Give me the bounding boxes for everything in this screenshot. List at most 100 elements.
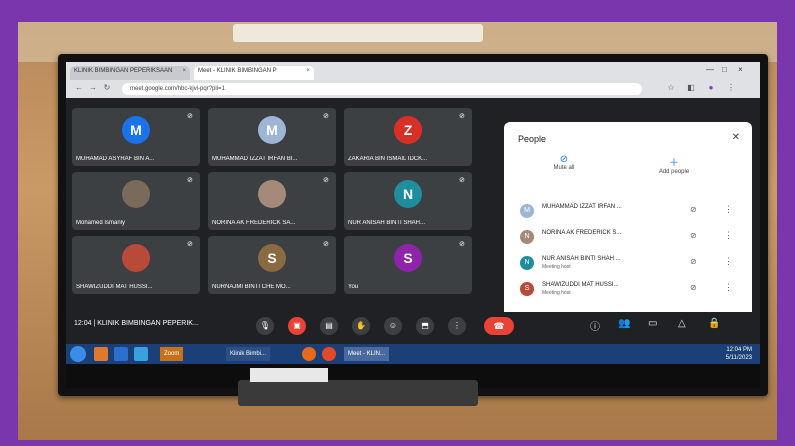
people-row[interactable]: M MUHAMMAD IZZAT IRFAN ... ⊘ ⋮ xyxy=(514,200,742,222)
tv-stand-shelf xyxy=(238,380,478,406)
mic-off-icon[interactable]: ⊘ xyxy=(690,283,697,292)
camera-off-button[interactable]: ▣ xyxy=(288,317,306,335)
app-icon[interactable] xyxy=(114,347,128,361)
mic-off-icon: ⊘ xyxy=(187,241,193,248)
chat-icon[interactable]: ▭ xyxy=(648,318,657,329)
avatar: N xyxy=(520,230,534,244)
participant-name: Mohamed Ismanly xyxy=(76,220,126,226)
person-role: Meeting host xyxy=(542,290,571,296)
avatar: Z xyxy=(394,116,422,144)
participant-tile[interactable]: N ⊘ NUR ANISAH BINTI SHAH... xyxy=(344,172,472,230)
more-icon[interactable]: ⋮ xyxy=(724,230,733,241)
star-icon[interactable]: ☆ xyxy=(666,83,676,92)
tv-monitor: KLINIK BIMBINGAN PEPERIKSAAN × Meet - KLI… xyxy=(58,54,768,396)
address-bar[interactable]: meet.google.com/hbc-kjvi-pqr?pli=1 xyxy=(122,83,642,95)
mic-button[interactable]: 🎙 xyxy=(256,317,274,335)
more-options-button[interactable]: ⋮ xyxy=(448,317,466,335)
participant-name: MUHAMMAD IZZAT IRFAN BI... xyxy=(212,156,298,162)
person-name: NUR ANISAH BINTI SHAH ... xyxy=(542,256,621,262)
avatar xyxy=(258,180,286,208)
participant-tile[interactable]: S ⊘ You xyxy=(344,236,472,294)
participant-tile[interactable]: ⊘ Mohamed Ismanly xyxy=(72,172,200,230)
profile-icon[interactable]: ● xyxy=(706,83,716,92)
meeting-clock: 12:04 | KLINIK BIMBINGAN PEPERIK... xyxy=(74,320,199,327)
captions-button[interactable]: ▤ xyxy=(320,317,338,335)
avatar: N xyxy=(520,256,534,270)
avatar xyxy=(122,244,150,272)
tab-2[interactable]: Meet - KLINIK BIMBINGAN P × xyxy=(194,66,314,80)
tray-date: 5/11/2023 xyxy=(725,355,752,361)
close-icon[interactable]: × xyxy=(182,68,186,74)
mic-off-icon: ⊘ xyxy=(459,241,465,248)
avatar: N xyxy=(394,180,422,208)
mic-off-icon: ⊘ xyxy=(559,154,569,165)
avatar xyxy=(122,180,150,208)
tab-1[interactable]: KLINIK BIMBINGAN PEPERIKSAAN × xyxy=(70,66,190,80)
people-title: People xyxy=(518,134,547,144)
windows-start-icon[interactable] xyxy=(70,346,86,362)
tray-time: 12:04 PM xyxy=(726,347,752,353)
emoji-button[interactable]: ☺ xyxy=(384,317,402,335)
add-people-button[interactable]: ＋ Add people xyxy=(644,154,704,175)
app-icon[interactable] xyxy=(94,347,108,361)
mic-off-icon: ⊘ xyxy=(187,177,193,184)
present-button[interactable]: ⬒ xyxy=(416,317,434,335)
participant-name: SHAWIZUDDI MAT HUSSI... xyxy=(76,284,153,290)
participant-tile[interactable]: ⊘ NORINA AK FREDERICK SA... xyxy=(208,172,336,230)
avatar: M xyxy=(122,116,150,144)
mic-off-icon[interactable]: ⊘ xyxy=(690,205,697,214)
raise-hand-button[interactable]: ✋ xyxy=(352,317,370,335)
extensions-icon[interactable]: ◧ xyxy=(686,83,696,92)
more-icon[interactable]: ⋮ xyxy=(724,282,733,293)
avatar: S xyxy=(258,244,286,272)
firefox-icon[interactable] xyxy=(302,347,316,361)
participant-tile[interactable]: M ⊘ MUHAMMAD IZZAT IRFAN BI... xyxy=(208,108,336,166)
person-name: NORINA AK FREDERICK S... xyxy=(542,230,622,236)
participant-name: NORINA AK FREDERICK SA... xyxy=(212,220,296,226)
person-role: Meeting host xyxy=(542,264,571,270)
people-row[interactable]: N NORINA AK FREDERICK S... ⊘ ⋮ xyxy=(514,226,742,248)
mic-off-icon: ⊘ xyxy=(323,113,329,120)
people-row[interactable]: N NUR ANISAH BINTI SHAH ... Meeting host ⊘ ⋮ xyxy=(514,252,742,274)
participant-name: You xyxy=(348,284,359,290)
system-tray: 12:04 PM 5/11/2023 xyxy=(726,346,752,362)
mute-all-button[interactable]: ⊘ Mute all xyxy=(534,154,594,171)
mic-off-icon: ⊘ xyxy=(323,241,329,248)
reload-icon[interactable]: ↻ xyxy=(102,83,112,92)
browser-chrome: KLINIK BIMBINGAN PEPERIKSAAN × Meet - KLI… xyxy=(66,62,760,98)
avatar: S xyxy=(394,244,422,272)
forward-icon[interactable]: → xyxy=(88,83,98,92)
mic-off-icon: ⊘ xyxy=(459,113,465,120)
taskbar-task[interactable]: Meet - KLIN... xyxy=(344,347,390,361)
participant-tile[interactable]: ⊘ SHAWIZUDDI MAT HUSSI... xyxy=(72,236,200,294)
avatar: S xyxy=(520,282,534,296)
more-icon[interactable]: ⋮ xyxy=(724,256,733,267)
people-row[interactable]: S SHAWIZUDDI MAT HUSSI... Meeting host ⊘ ⋮ xyxy=(514,278,742,300)
ie-icon[interactable] xyxy=(134,347,148,361)
ceiling-light xyxy=(233,24,483,42)
leave-call-button[interactable]: ☎ xyxy=(484,317,514,335)
people-icon[interactable]: 👥 xyxy=(618,318,630,329)
participant-name: NURNAJMI BINTI CHE MO... xyxy=(212,284,291,290)
taskbar-task[interactable]: Zoom xyxy=(160,347,184,361)
close-icon[interactable]: × xyxy=(306,68,310,74)
person-name: MUHAMMAD IZZAT IRFAN ... xyxy=(542,204,622,210)
mic-off-icon[interactable]: ⊘ xyxy=(690,257,697,266)
participant-tile[interactable]: S ⊘ NURNAJMI BINTI CHE MO... xyxy=(208,236,336,294)
maximize-icon[interactable]: □ xyxy=(722,65,727,74)
host-controls-icon[interactable]: 🔒 xyxy=(708,318,720,329)
minimize-icon[interactable]: — xyxy=(706,65,714,74)
close-icon[interactable]: ✕ xyxy=(732,132,740,143)
participant-tile[interactable]: Z ⊘ ZAKARIA BIN ISMAIL IDCK... xyxy=(344,108,472,166)
mic-off-icon[interactable]: ⊘ xyxy=(690,231,697,240)
more-icon[interactable]: ⋮ xyxy=(724,204,733,215)
meeting-controls-bar: 12:04 | KLINIK BIMBINGAN PEPERIK... 🎙 ▣ … xyxy=(66,312,760,340)
window-close-icon[interactable]: × xyxy=(738,65,743,74)
participant-tile[interactable]: M ⊘ MUHAMAD ASYRAF BIN A... xyxy=(72,108,200,166)
chrome-icon[interactable] xyxy=(322,347,336,361)
activities-icon[interactable]: △ xyxy=(678,318,686,329)
taskbar-task[interactable]: Klinik Bimbi... xyxy=(226,347,271,361)
back-icon[interactable]: ← xyxy=(74,83,84,92)
info-icon[interactable]: ⓘ xyxy=(590,318,600,333)
menu-icon[interactable]: ⋮ xyxy=(726,83,736,92)
